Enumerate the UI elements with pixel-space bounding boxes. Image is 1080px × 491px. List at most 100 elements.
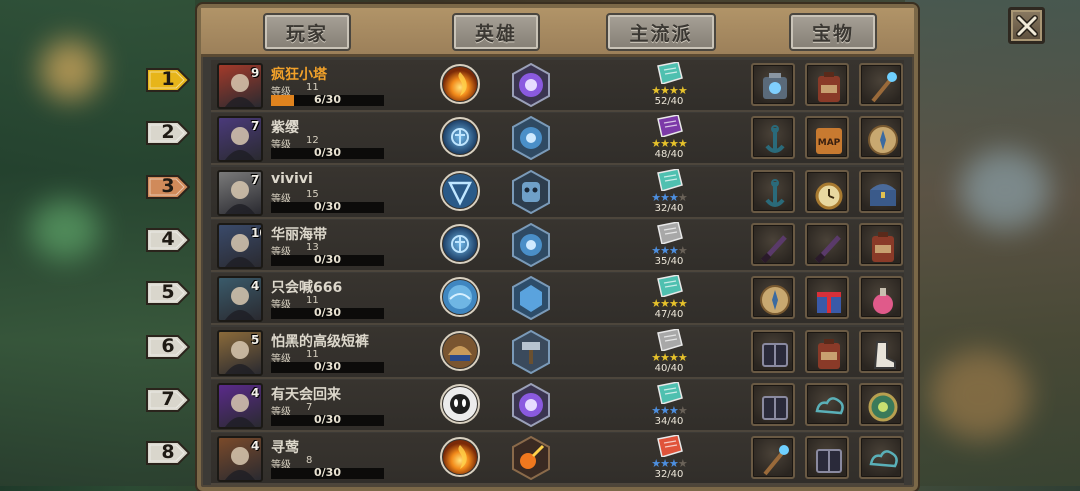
treasure-slot[interactable] [805,382,849,426]
hero-slot-2[interactable] [509,382,553,427]
treasure-slot[interactable] [859,63,903,106]
treasure-slot[interactable] [805,276,849,320]
player-avatar[interactable]: 5 [217,329,263,376]
rank-number: 4 [161,227,175,250]
water-orb-icon [443,280,477,315]
treasure-slot[interactable] [859,329,903,373]
hero-slot-1[interactable] [440,170,480,211]
main-school[interactable]: ★★★★ 35/40 [641,220,701,270]
treasure-slot[interactable] [805,63,849,106]
rank-badge: 7 [146,387,192,413]
treasure-slot[interactable] [805,222,849,266]
main-school[interactable]: ★★★★ 48/40 [641,113,701,163]
player-avatar[interactable]: 4 [217,382,263,429]
background-blob [930,350,1030,440]
treasure-slot[interactable] [751,222,795,266]
svg-text:MAP: MAP [818,138,841,148]
ice-shield-icon [443,173,477,208]
hero-slot-1[interactable] [440,383,480,424]
player-name: 有天会回来 [271,386,341,403]
treasure-slot[interactable] [805,169,849,213]
treasure-slot[interactable] [859,222,903,266]
leaderboard-row[interactable]: 4 寻莺 等级 8 0/30 ★★★★ 32/40 [211,433,904,486]
hero-slot-2[interactable] [509,169,553,214]
hero-slot-1[interactable] [440,330,480,371]
player-avatar[interactable]: 9 [217,63,263,109]
main-school[interactable]: ★★★★ 40/40 [641,327,701,377]
backpack-icon [872,231,894,262]
main-school[interactable]: ★★★★ 47/40 [641,273,701,323]
hero-slot-1[interactable] [440,117,480,158]
hero-slot-1[interactable] [440,64,480,104]
player-name: 紫缨 [271,120,299,137]
player-avatar[interactable]: 7 [217,116,263,163]
leaderboard-row[interactable]: 4 有天会回来 等级 7 0/30 ★★★★ 34/40 [211,379,904,432]
avatar-level: 4 [251,439,260,454]
xp-text: 0/30 [314,466,341,480]
rank-badge: 2 [146,120,192,146]
water-hex-icon [512,276,550,321]
hero-slot-1[interactable] [440,277,480,318]
hero-slot-2[interactable] [509,222,553,268]
rank-badge: 3 [146,174,192,200]
rank-badge: 4 [146,227,192,253]
player-avatar[interactable]: 4 [217,276,263,323]
spell-book-icon [816,449,842,474]
hero-slot-2[interactable] [509,435,553,481]
potion-icon [873,288,893,315]
xp-bar: 6/30 [271,93,384,106]
treasure-slot[interactable] [805,436,849,480]
backpack-icon [818,338,840,369]
shell-orb-icon [443,333,477,368]
player-avatar[interactable]: 10 [217,222,263,269]
leaderboard-row[interactable]: 7 vivivi 等级 15 0/30 ★★★★ 32/40 [211,166,904,219]
player-avatar[interactable]: 7 [217,169,263,216]
xp-bar: 0/30 [271,253,384,266]
treasure-slot[interactable] [751,436,795,480]
hero-slot-2[interactable] [509,62,553,108]
ice-rune-icon [443,226,477,261]
main-school[interactable]: ★★★★ 32/40 [641,167,701,217]
leaderboard-row[interactable]: 10 华丽海带 等级 13 0/30 ★★★★ 35/40 [211,219,904,272]
leaderboard-row[interactable]: 7 紫缨 等级 12 0/30 ★★★★ 48/40 MAP [211,113,904,166]
treasure-slot[interactable] [751,116,795,160]
treasure-slot[interactable] [751,169,795,213]
tab-hero[interactable]: 英雄 [452,13,540,51]
main-school[interactable]: ★★★★ 34/40 [641,380,701,430]
avatar-level: 9 [251,66,260,80]
treasure-slot[interactable] [859,116,903,160]
school-book-icon [657,381,683,404]
close-button[interactable] [1008,7,1045,44]
school-score: 32/40 [654,202,684,214]
xp-bar: 0/30 [271,306,384,320]
hero-slot-2[interactable] [509,329,553,374]
hero-slot-2[interactable] [509,116,553,161]
treasure-slot[interactable] [751,276,795,320]
tab-player[interactable]: 玩家 [263,13,351,51]
tab-main-school[interactable]: 主流派 [606,13,716,51]
treasure-slot[interactable] [859,276,903,320]
treasure-slot[interactable] [805,329,849,373]
hero-slot-1[interactable] [440,223,480,264]
ghost-orb-icon [443,386,477,421]
background-blob [960,150,1050,230]
player-avatar[interactable]: 4 [217,436,263,483]
treasure-slot[interactable] [859,169,903,213]
main-school[interactable]: ★★★★ 32/40 [641,433,701,483]
treasure-slot[interactable] [751,63,795,106]
tab-treasure[interactable]: 宝物 [789,13,877,51]
hero-slot-1[interactable] [440,437,480,478]
treasure-slot[interactable] [751,329,795,373]
hero-slot-2[interactable] [509,276,553,321]
treasure-slot[interactable] [751,382,795,426]
school-book-icon [657,168,683,191]
leaderboard-row[interactable]: 5 怕黑的高级短裤 等级 11 0/30 ★★★★ 40/40 [211,326,904,379]
treasure-slot[interactable] [859,436,903,480]
main-school[interactable]: ★★★★ 52/40 [641,60,701,110]
school-score: 40/40 [654,362,684,374]
leaderboard-row[interactable]: 4 只会喊666 等级 11 0/30 ★★★★ 47/40 [211,273,904,326]
leaderboard-row[interactable]: 9 疯狂小塔 等级 11 6/30 ★★★★ 52/40 [211,60,904,112]
xp-bar: 0/30 [271,413,384,426]
treasure-slot[interactable] [859,382,903,426]
treasure-slot[interactable]: MAP [805,116,849,160]
